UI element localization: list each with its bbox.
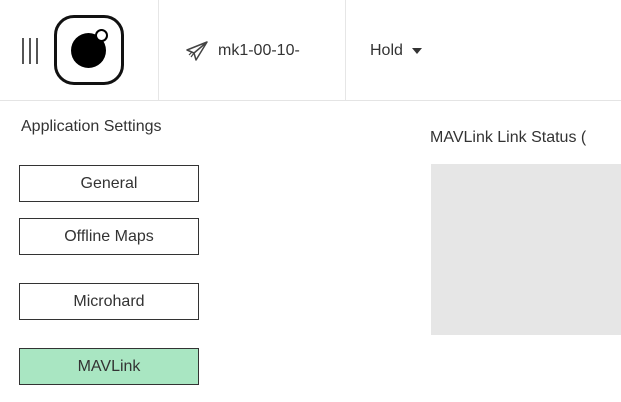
- section-title: MAVLink Link Status (: [430, 129, 587, 146]
- top-toolbar: mk1-00-10- Hold: [0, 0, 621, 101]
- toolbar-divider: [158, 0, 159, 100]
- vehicle-selector[interactable]: mk1-00-10-: [186, 38, 300, 64]
- toolbar-divider: [345, 0, 346, 100]
- sidebar-title: Application Settings: [21, 118, 162, 135]
- vehicle-label: mk1-00-10-: [218, 42, 300, 59]
- link-status-panel: [431, 164, 621, 335]
- hamburger-menu-icon[interactable]: [22, 38, 44, 64]
- app-logo-icon[interactable]: [54, 15, 124, 85]
- sidebar-item-offline-maps[interactable]: Offline Maps: [19, 218, 199, 255]
- sidebar-item-microhard[interactable]: Microhard: [19, 283, 199, 320]
- sidebar-item-mavlink[interactable]: MAVLink: [19, 348, 199, 385]
- sidebar-item-general[interactable]: General: [19, 165, 199, 202]
- flight-mode-dropdown[interactable]: Hold: [370, 38, 422, 64]
- flight-mode-label: Hold: [370, 42, 403, 59]
- paper-plane-icon: [186, 41, 208, 61]
- caret-down-icon: [411, 48, 422, 54]
